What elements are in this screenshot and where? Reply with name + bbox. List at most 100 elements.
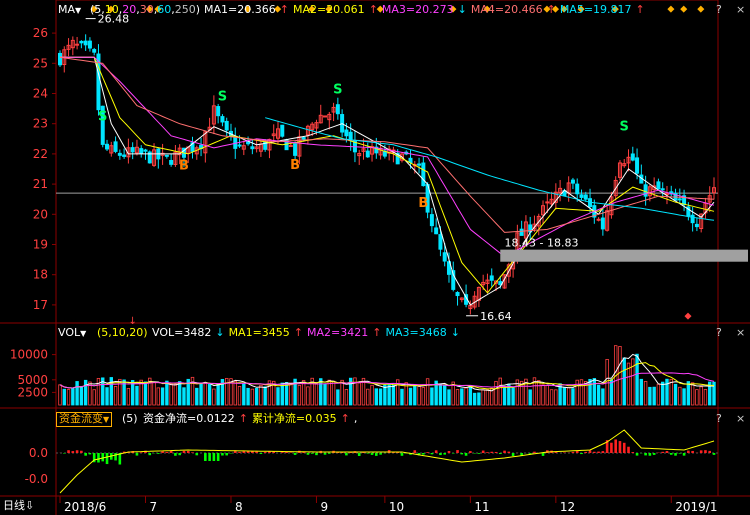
flow-bar[interactable] (704, 450, 707, 453)
flow-bar[interactable] (375, 453, 378, 456)
volume-bar[interactable] (425, 378, 430, 406)
volume-bar[interactable] (199, 383, 203, 406)
candle[interactable] (169, 160, 174, 165)
volume-bar[interactable] (579, 379, 584, 406)
candle[interactable] (280, 124, 285, 137)
candle[interactable] (579, 194, 584, 198)
flow-bar[interactable] (84, 453, 87, 456)
candle[interactable] (656, 181, 661, 190)
flow-bar[interactable] (631, 452, 635, 453)
volume-bar[interactable] (468, 385, 473, 406)
flow-bar[interactable] (212, 453, 216, 461)
volume-indicator-name[interactable]: VOL▼ (58, 326, 86, 341)
volume-bar[interactable] (400, 388, 404, 406)
flow-bar[interactable] (323, 453, 327, 455)
flow-bar[interactable] (310, 453, 314, 454)
volume-bar[interactable] (464, 387, 468, 406)
volume-bar[interactable] (135, 385, 139, 406)
volume-bar[interactable] (703, 389, 708, 406)
flow-bar[interactable] (665, 450, 669, 453)
flow-bar[interactable] (661, 451, 665, 453)
volume-bar[interactable] (58, 384, 62, 406)
event-marker-icon[interactable] (684, 312, 692, 320)
flow-bar[interactable] (477, 453, 481, 454)
flow-bar[interactable] (687, 450, 690, 453)
volume-bar[interactable] (75, 381, 79, 406)
volume-bar[interactable] (635, 353, 639, 406)
flow-bar[interactable] (439, 453, 442, 456)
flow-bar[interactable] (614, 439, 617, 453)
candle[interactable] (434, 227, 439, 235)
flow-bar[interactable] (255, 451, 258, 453)
volume-bar[interactable] (357, 382, 361, 406)
flow-bar[interactable] (345, 453, 348, 456)
candle[interactable] (117, 152, 122, 156)
flow-bar[interactable] (306, 453, 310, 455)
volume-bar[interactable] (118, 378, 122, 406)
flow-bar[interactable] (575, 451, 579, 453)
flow-bar[interactable] (434, 450, 438, 453)
flow-bar[interactable] (610, 442, 613, 453)
volume-bar[interactable] (378, 388, 383, 406)
volume-bar[interactable] (413, 384, 417, 406)
volume-bar[interactable] (212, 388, 216, 406)
flow-bar[interactable] (216, 453, 220, 461)
volume-bar[interactable] (626, 362, 631, 406)
volume-bar[interactable] (301, 380, 306, 406)
volume-bar[interactable] (562, 387, 567, 406)
flow-bar[interactable] (221, 453, 224, 456)
dropdown-icon[interactable]: ▼ (103, 415, 109, 424)
candle[interactable] (519, 228, 524, 236)
volume-bar[interactable] (690, 382, 695, 406)
flow-bar[interactable] (635, 453, 639, 456)
down-arrow-icon[interactable]: ⇩ (25, 499, 34, 512)
volume-bar[interactable] (443, 384, 447, 406)
candle[interactable] (630, 153, 635, 161)
volume-bar[interactable] (182, 387, 186, 406)
flow-bar[interactable] (648, 453, 652, 456)
volume-bar[interactable] (498, 377, 502, 406)
flow-bar[interactable] (460, 453, 464, 455)
flow-bar[interactable] (426, 452, 429, 453)
flow-bar[interactable] (699, 450, 703, 453)
flow-bar[interactable] (118, 453, 122, 465)
flow-bar[interactable] (447, 450, 451, 453)
volume-bar[interactable] (421, 387, 426, 406)
flow-bar[interactable] (174, 453, 177, 456)
flow-bar[interactable] (225, 453, 229, 456)
flow-bar[interactable] (80, 450, 83, 453)
volume-bar[interactable] (242, 383, 246, 406)
flow-bar[interactable] (157, 453, 160, 454)
flow-bar[interactable] (259, 453, 263, 455)
flow-bar[interactable] (601, 451, 605, 453)
volume-bar[interactable] (344, 389, 349, 406)
volume-bar[interactable] (460, 388, 464, 406)
volume-bar[interactable] (263, 386, 267, 406)
flow-bar[interactable] (357, 453, 361, 456)
candle[interactable] (489, 275, 494, 281)
candle[interactable] (224, 120, 229, 131)
candle[interactable] (87, 40, 92, 49)
volume-bar[interactable] (276, 387, 280, 406)
volume-bar[interactable] (160, 387, 165, 406)
dropdown-icon[interactable]: ▼ (75, 6, 81, 15)
volume-bar[interactable] (374, 388, 379, 406)
flow-bar[interactable] (195, 453, 199, 456)
candle[interactable] (690, 214, 695, 224)
volume-bar[interactable] (173, 383, 178, 406)
volume-bar[interactable] (336, 389, 340, 406)
volume-bar[interactable] (254, 387, 259, 406)
candle[interactable] (92, 49, 97, 53)
event-marker-icon[interactable] (697, 5, 705, 13)
volume-bar[interactable] (673, 383, 678, 406)
flow-bar[interactable] (280, 452, 284, 453)
flow-bar[interactable] (618, 441, 622, 453)
flow-bar[interactable] (528, 453, 532, 454)
flow-bar[interactable] (148, 453, 152, 456)
candle[interactable] (79, 40, 84, 44)
candle[interactable] (237, 144, 242, 147)
volume-bar[interactable] (652, 386, 656, 406)
flow-bar[interactable] (379, 453, 382, 455)
candle[interactable] (635, 157, 640, 174)
flow-bar[interactable] (456, 450, 459, 453)
